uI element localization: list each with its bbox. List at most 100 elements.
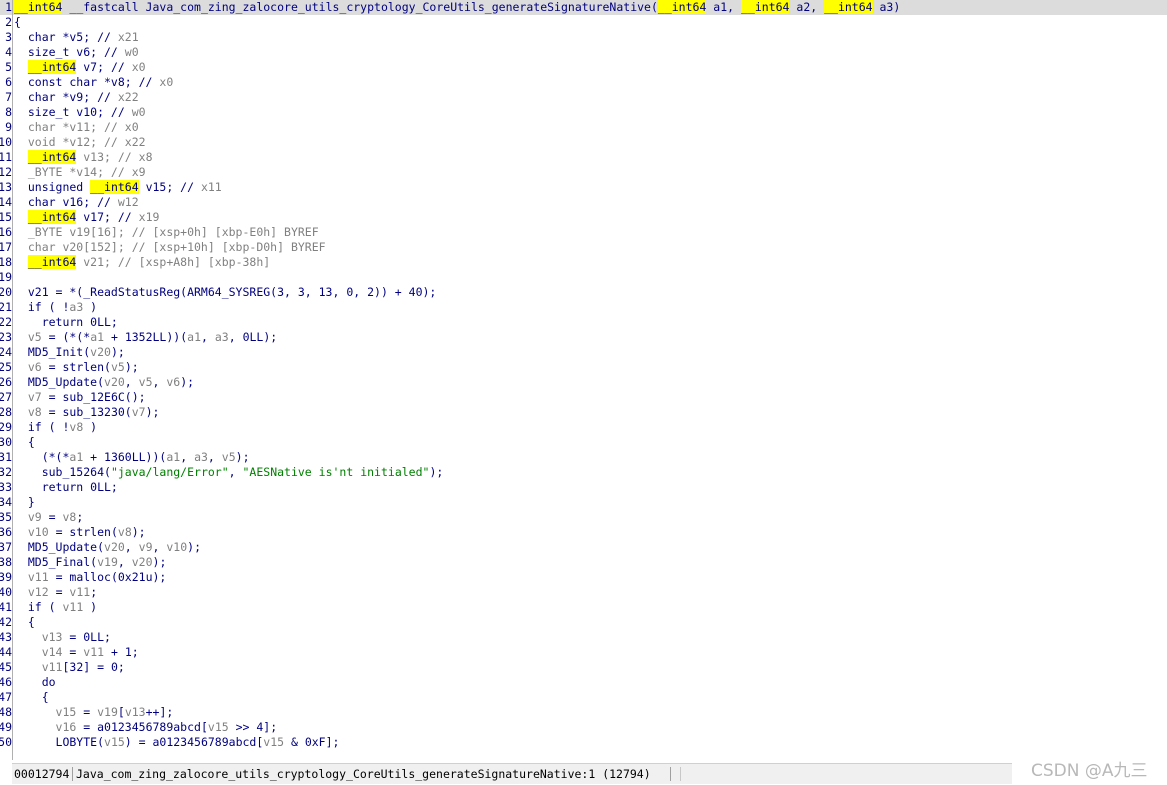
code-text[interactable]: v5 = (*(*a1 + 1352LL))(a1, a3, 0LL); xyxy=(14,330,277,345)
code-text[interactable]: const char *v8; // x0 xyxy=(14,75,173,90)
code-text[interactable]: v16 = a0123456789abcd[v15 >> 4]; xyxy=(14,720,278,735)
code-text[interactable]: v6 = strlen(v5); xyxy=(14,360,139,375)
code-text[interactable]: __int64 v7; // x0 xyxy=(14,60,146,75)
code-line[interactable]: 24 MD5_Init(v20); xyxy=(0,345,1167,360)
code-text[interactable]: v12 = v11; xyxy=(14,585,97,600)
code-line[interactable]: 41 if ( v11 ) xyxy=(0,600,1167,615)
code-line[interactable]: 2{ xyxy=(0,15,1167,30)
code-line[interactable]: 4 size_t v6; // w0 xyxy=(0,45,1167,60)
code-line[interactable]: 42 { xyxy=(0,615,1167,630)
code-text[interactable]: _BYTE *v14; // x9 xyxy=(14,165,146,180)
code-text[interactable]: return 0LL; xyxy=(14,315,118,330)
code-text[interactable]: v8 = sub_13230(v7); xyxy=(14,405,160,420)
code-text[interactable]: __int64 v21; // [xsp+A8h] [xbp-38h] xyxy=(14,255,270,270)
code-text[interactable]: char *v5; // x21 xyxy=(14,30,139,45)
code-text[interactable]: v11 = malloc(0x21u); xyxy=(14,570,166,585)
code-line[interactable]: 25 v6 = strlen(v5); xyxy=(0,360,1167,375)
code-text[interactable]: __int64 __fastcall Java_com_zing_zalocor… xyxy=(14,0,900,15)
code-line[interactable]: 23 v5 = (*(*a1 + 1352LL))(a1, a3, 0LL); xyxy=(0,330,1167,345)
code-text[interactable]: MD5_Final(v19, v20); xyxy=(14,555,167,570)
code-line[interactable]: 5 __int64 v7; // x0 xyxy=(0,60,1167,75)
code-text[interactable]: MD5_Update(v20, v5, v6); xyxy=(14,375,194,390)
code-line[interactable]: 31 (*(*a1 + 1360LL))(a1, a3, v5); xyxy=(0,450,1167,465)
code-text[interactable]: _BYTE v19[16]; // [xsp+0h] [xbp-E0h] BYR… xyxy=(14,225,319,240)
code-text[interactable]: if ( v11 ) xyxy=(14,600,97,615)
code-line[interactable]: 50 LOBYTE(v15) = a0123456789abcd[v15 & 0… xyxy=(0,735,1167,750)
code-line[interactable]: 15 __int64 v17; // x19 xyxy=(0,210,1167,225)
code-text[interactable]: unsigned __int64 v15; // x11 xyxy=(14,180,222,195)
code-line[interactable]: 13 unsigned __int64 v15; // x11 xyxy=(0,180,1167,195)
code-text[interactable]: { xyxy=(14,435,35,450)
code-text[interactable]: v13 = 0LL; xyxy=(14,630,111,645)
code-text[interactable]: LOBYTE(v15) = a0123456789abcd[v15 & 0xF]… xyxy=(14,735,340,750)
code-line[interactable]: 49 v16 = a0123456789abcd[v15 >> 4]; xyxy=(0,720,1167,735)
code-text[interactable]: v10 = strlen(v8); xyxy=(14,525,146,540)
code-line[interactable]: 17 char v20[152]; // [xsp+10h] [xbp-D0h]… xyxy=(0,240,1167,255)
code-line[interactable]: 6 const char *v8; // x0 xyxy=(0,75,1167,90)
code-text[interactable]: v15 = v19[v13++]; xyxy=(14,705,174,720)
code-line[interactable]: 1 __int64 __fastcall Java_com_zing_zaloco… xyxy=(0,0,1167,15)
code-text[interactable]: __int64 v17; // x19 xyxy=(14,210,159,225)
code-line[interactable]: 18 __int64 v21; // [xsp+A8h] [xbp-38h] xyxy=(0,255,1167,270)
code-text[interactable]: void *v12; // x22 xyxy=(14,135,146,150)
code-text[interactable]: char v16; // w12 xyxy=(14,195,139,210)
code-line[interactable]: 21 if ( !a3 ) xyxy=(0,300,1167,315)
code-line[interactable]: 20 v21 = *(_ReadStatusReg(ARM64_SYSREG(3… xyxy=(0,285,1167,300)
code-line[interactable]: 19 xyxy=(0,270,1167,285)
code-line[interactable]: 10 void *v12; // x22 xyxy=(0,135,1167,150)
code-line[interactable]: 47 { xyxy=(0,690,1167,705)
code-line[interactable]: 36 v10 = strlen(v8); xyxy=(0,525,1167,540)
code-line[interactable]: 22 return 0LL; xyxy=(0,315,1167,330)
code-line[interactable]: 43 v13 = 0LL; xyxy=(0,630,1167,645)
code-line[interactable]: 34 } xyxy=(0,495,1167,510)
code-text[interactable]: size_t v10; // w0 xyxy=(14,105,146,120)
code-text[interactable]: char *v9; // x22 xyxy=(14,90,139,105)
code-text[interactable]: v7 = sub_12E6C(); xyxy=(14,390,146,405)
code-line[interactable]: 46 do xyxy=(0,675,1167,690)
code-text[interactable]: size_t v6; // w0 xyxy=(14,45,139,60)
code-line[interactable]: 35 v9 = v8; xyxy=(0,510,1167,525)
code-line[interactable]: 11 __int64 v13; // x8 xyxy=(0,150,1167,165)
code-line[interactable]: 48 v15 = v19[v13++]; xyxy=(0,705,1167,720)
code-text[interactable]: v11[32] = 0; xyxy=(14,660,125,675)
code-line[interactable]: 27 v7 = sub_12E6C(); xyxy=(0,390,1167,405)
code-text[interactable]: __int64 v13; // x8 xyxy=(14,150,153,165)
code-text[interactable]: v9 = v8; xyxy=(14,510,83,525)
code-line[interactable]: 16 _BYTE v19[16]; // [xsp+0h] [xbp-E0h] … xyxy=(0,225,1167,240)
code-text[interactable]: (*(*a1 + 1360LL))(a1, a3, v5); xyxy=(14,450,250,465)
code-text[interactable]: return 0LL; xyxy=(14,480,118,495)
code-line[interactable]: 37 MD5_Update(v20, v9, v10); xyxy=(0,540,1167,555)
code-text[interactable]: char *v11; // x0 xyxy=(14,120,139,135)
code-line[interactable]: 26 MD5_Update(v20, v5, v6); xyxy=(0,375,1167,390)
code-line[interactable]: 44 v14 = v11 + 1; xyxy=(0,645,1167,660)
code-text[interactable]: MD5_Update(v20, v9, v10); xyxy=(14,540,201,555)
code-text[interactable]: if ( !a3 ) xyxy=(14,300,97,315)
code-line[interactable]: 29 if ( !v8 ) xyxy=(0,420,1167,435)
code-text[interactable]: v21 = *(_ReadStatusReg(ARM64_SYSREG(3, 3… xyxy=(14,285,437,300)
code-line[interactable]: 7 char *v9; // x22 xyxy=(0,90,1167,105)
code-line[interactable]: 9 char *v11; // x0 xyxy=(0,120,1167,135)
code-line[interactable]: 8 size_t v10; // w0 xyxy=(0,105,1167,120)
code-text[interactable]: { xyxy=(14,690,49,705)
code-line[interactable]: 12 _BYTE *v14; // x9 xyxy=(0,165,1167,180)
code-line[interactable]: 40 v12 = v11; xyxy=(0,585,1167,600)
pseudocode-view[interactable]: 1 __int64 __fastcall Java_com_zing_zaloco… xyxy=(0,0,1167,750)
code-line[interactable]: 38 MD5_Final(v19, v20); xyxy=(0,555,1167,570)
code-text[interactable]: sub_15264("java/lang/Error", "AESNative … xyxy=(14,465,444,480)
code-line[interactable]: 39 v11 = malloc(0x21u); xyxy=(0,570,1167,585)
code-line[interactable]: 28 v8 = sub_13230(v7); xyxy=(0,405,1167,420)
code-text[interactable]: do xyxy=(14,675,56,690)
code-text[interactable]: char v20[152]; // [xsp+10h] [xbp-D0h] BY… xyxy=(14,240,326,255)
code-text[interactable]: { xyxy=(14,15,21,30)
code-line[interactable]: 32 sub_15264("java/lang/Error", "AESNati… xyxy=(0,465,1167,480)
code-line[interactable]: 3 char *v5; // x21 xyxy=(0,30,1167,45)
code-text[interactable]: { xyxy=(14,615,35,630)
code-line[interactable]: 33 return 0LL; xyxy=(0,480,1167,495)
code-line[interactable]: 30 { xyxy=(0,435,1167,450)
code-text[interactable]: } xyxy=(14,495,35,510)
code-line[interactable]: 14 char v16; // w12 xyxy=(0,195,1167,210)
code-text[interactable]: if ( !v8 ) xyxy=(14,420,97,435)
code-text[interactable]: v14 = v11 + 1; xyxy=(14,645,139,660)
code-text[interactable]: MD5_Init(v20); xyxy=(14,345,125,360)
code-line[interactable]: 45 v11[32] = 0; xyxy=(0,660,1167,675)
